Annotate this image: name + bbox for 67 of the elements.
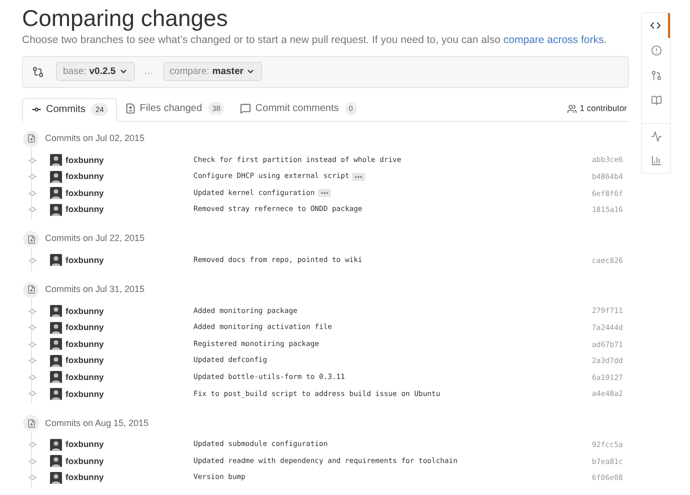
avatar[interactable] <box>50 438 62 451</box>
commit-author[interactable]: foxbunny <box>66 338 194 351</box>
page-title: Comparing changes <box>22 4 229 32</box>
commit-node-icon <box>28 442 36 448</box>
commit-author[interactable]: foxbunny <box>66 354 194 368</box>
avatar[interactable] <box>50 472 62 484</box>
alert-circle-icon <box>650 45 662 56</box>
commit-author[interactable]: foxbunny <box>66 186 194 200</box>
contributors-icon <box>566 104 577 114</box>
base-branch-button[interactable]: base: v0.2.5 <box>56 62 135 82</box>
commit-group-date: Commits on Jul 02, 2015 <box>45 132 145 145</box>
avatar[interactable] <box>50 455 62 468</box>
avatar[interactable] <box>50 305 62 318</box>
avatar[interactable] <box>50 388 62 400</box>
commit-group-date: Commits on Jul 22, 2015 <box>45 232 145 246</box>
avatar[interactable] <box>50 254 62 266</box>
compare-forks-link[interactable]: compare across forks <box>503 34 604 46</box>
commit-author[interactable]: foxbunny <box>66 203 194 216</box>
commit-author[interactable]: foxbunny <box>66 388 194 400</box>
compare-icon <box>32 66 44 78</box>
code-icon <box>650 20 660 31</box>
commit-node-icon <box>28 374 36 380</box>
commit-author[interactable]: foxbunny <box>66 371 194 384</box>
avatar[interactable] <box>50 354 62 367</box>
commit-node-icon <box>28 358 36 364</box>
comment-icon <box>240 103 252 114</box>
commit-node-icon <box>28 158 36 163</box>
commit-author[interactable]: foxbunny <box>66 304 194 318</box>
commit-node-icon <box>28 207 36 212</box>
commit-group-date: Commits on Aug 15, 2015 <box>45 416 149 430</box>
book-icon <box>650 95 662 106</box>
compare-branch-button[interactable]: compare: master <box>162 62 262 82</box>
contributors-count[interactable]: 1 contributor <box>580 102 627 116</box>
expand-button[interactable] <box>318 189 331 198</box>
commit-node-icon <box>28 342 36 347</box>
commit-node-icon <box>28 308 36 314</box>
avatar[interactable] <box>50 154 62 166</box>
commit-node-icon <box>28 174 36 180</box>
commit-author[interactable]: foxbunny <box>66 438 194 451</box>
commit-author[interactable]: foxbunny <box>66 321 194 334</box>
bar-chart-icon <box>650 155 662 166</box>
range-separator: … <box>144 65 154 80</box>
pull-request-icon <box>650 70 662 81</box>
commit-node-icon <box>28 458 36 464</box>
commit-author[interactable]: foxbunny <box>66 170 194 184</box>
commit-node-icon <box>28 190 36 196</box>
commit-node-icon <box>28 391 36 396</box>
commit-node-icon <box>28 475 36 480</box>
avatar[interactable] <box>50 371 62 384</box>
commit-author[interactable]: foxbunny <box>66 254 194 267</box>
commit-author[interactable]: foxbunny <box>66 454 194 468</box>
commit-group-date: Commits on Jul 31, 2015 <box>45 282 145 296</box>
ellipsis-icon <box>320 192 328 194</box>
avatar[interactable] <box>50 170 62 183</box>
avatar[interactable] <box>50 187 62 200</box>
avatar[interactable] <box>50 338 62 350</box>
expand-button[interactable] <box>352 172 366 181</box>
avatar[interactable] <box>50 322 62 334</box>
pulse-icon <box>650 130 662 142</box>
ellipsis-icon <box>355 176 362 178</box>
commit-node-icon <box>28 325 36 330</box>
commit-author[interactable]: foxbunny <box>66 154 194 166</box>
file-diff-icon <box>124 103 136 114</box>
commit-author[interactable]: foxbunny <box>66 471 194 484</box>
avatar[interactable] <box>50 204 62 216</box>
description: Choose two branches to see what’s changed or to start a new pull request. If you need to, you can also compare across forks. <box>22 33 608 48</box>
commit-node-icon <box>28 258 36 263</box>
